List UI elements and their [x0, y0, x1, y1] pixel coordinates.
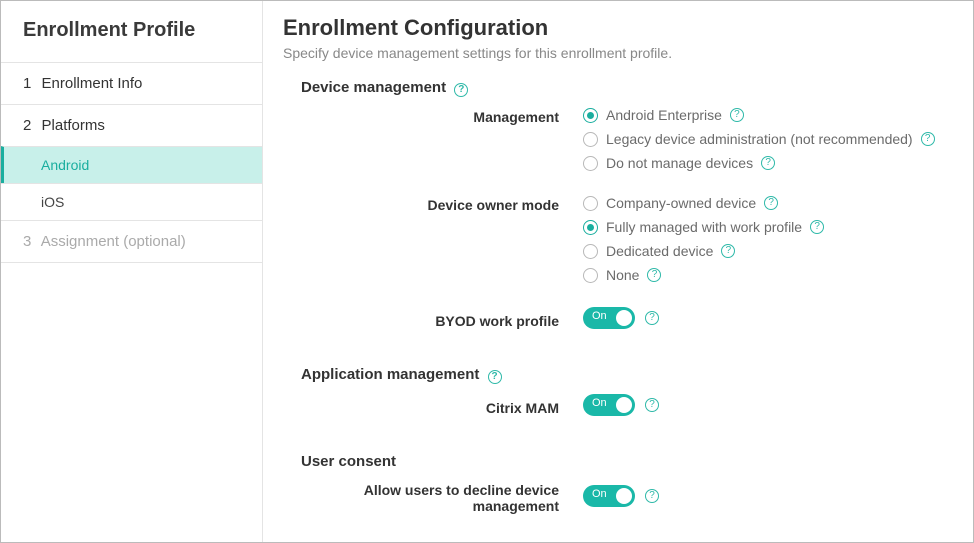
radio-android-enterprise[interactable]: Android Enterprise [583, 107, 947, 123]
radio-label: Do not manage devices [606, 155, 753, 171]
radio-input[interactable] [583, 156, 598, 171]
radio-input[interactable] [583, 244, 598, 259]
substep-android[interactable]: Android [1, 146, 262, 183]
step-number: 3 [23, 233, 31, 250]
main-content: Enrollment Configuration Specify device … [263, 1, 973, 542]
radio-input[interactable] [583, 268, 598, 283]
help-icon[interactable] [454, 83, 468, 97]
radio-do-not-manage[interactable]: Do not manage devices [583, 155, 947, 171]
label-citrix-mam: Citrix MAM [283, 398, 583, 416]
radio-label: None [606, 267, 639, 283]
label-allow-decline: Allow users to decline device management [283, 480, 583, 514]
sidebar: Enrollment Profile 1 Enrollment Info 2 P… [1, 1, 263, 542]
page-title: Enrollment Configuration [283, 15, 947, 41]
management-radio-group: Android Enterprise Legacy device adminis… [583, 107, 947, 171]
radio-input[interactable] [583, 196, 598, 211]
radio-label: Company-owned device [606, 195, 756, 211]
step-assignment[interactable]: 3 Assignment (optional) [1, 220, 262, 263]
help-icon[interactable] [645, 489, 659, 503]
help-icon[interactable] [645, 398, 659, 412]
toggle-allow-decline[interactable]: On [583, 485, 635, 507]
radio-label: Dedicated device [606, 243, 713, 259]
radio-fully-managed[interactable]: Fully managed with work profile [583, 219, 947, 235]
radio-input[interactable] [583, 220, 598, 235]
help-icon[interactable] [647, 268, 661, 282]
radio-input[interactable] [583, 132, 598, 147]
toggle-knob [616, 488, 632, 504]
help-icon[interactable] [488, 370, 502, 384]
help-icon[interactable] [721, 244, 735, 258]
label-byod-work-profile: BYOD work profile [283, 311, 583, 329]
step-number: 1 [23, 75, 31, 92]
toggle-state: On [592, 310, 607, 322]
toggle-byod[interactable]: On [583, 307, 635, 329]
help-icon[interactable] [645, 311, 659, 325]
label-device-owner-mode: Device owner mode [283, 195, 583, 213]
help-icon[interactable] [730, 108, 744, 122]
radio-legacy-admin[interactable]: Legacy device administration (not recomm… [583, 131, 947, 147]
radio-company-owned[interactable]: Company-owned device [583, 195, 947, 211]
help-icon[interactable] [810, 220, 824, 234]
step-label: Platforms [42, 117, 105, 134]
step-platforms[interactable]: 2 Platforms [1, 104, 262, 146]
substep-ios[interactable]: iOS [1, 183, 262, 220]
step-label: Assignment (optional) [41, 233, 186, 250]
toggle-state: On [592, 488, 607, 500]
help-icon[interactable] [761, 156, 775, 170]
radio-label: Legacy device administration (not recomm… [606, 131, 913, 147]
sidebar-title: Enrollment Profile [1, 1, 262, 62]
help-icon[interactable] [921, 132, 935, 146]
page-subtitle: Specify device management settings for t… [283, 45, 947, 61]
toggle-knob [616, 310, 632, 326]
radio-none[interactable]: None [583, 267, 947, 283]
step-enrollment-info[interactable]: 1 Enrollment Info [1, 62, 262, 104]
radio-input[interactable] [583, 108, 598, 123]
step-number: 2 [23, 117, 31, 134]
section-user-consent: User consent [301, 453, 947, 470]
radio-dedicated-device[interactable]: Dedicated device [583, 243, 947, 259]
substep-label: iOS [41, 194, 64, 210]
toggle-citrix-mam[interactable]: On [583, 394, 635, 416]
toggle-state: On [592, 397, 607, 409]
section-device-management: Device management [301, 79, 947, 97]
section-application-management: Application management [301, 366, 947, 384]
label-management: Management [283, 107, 583, 125]
step-label: Enrollment Info [42, 75, 143, 92]
substep-label: Android [41, 157, 89, 173]
owner-mode-radio-group: Company-owned device Fully managed with … [583, 195, 947, 283]
help-icon[interactable] [764, 196, 778, 210]
toggle-knob [616, 397, 632, 413]
radio-label: Fully managed with work profile [606, 219, 802, 235]
radio-label: Android Enterprise [606, 107, 722, 123]
